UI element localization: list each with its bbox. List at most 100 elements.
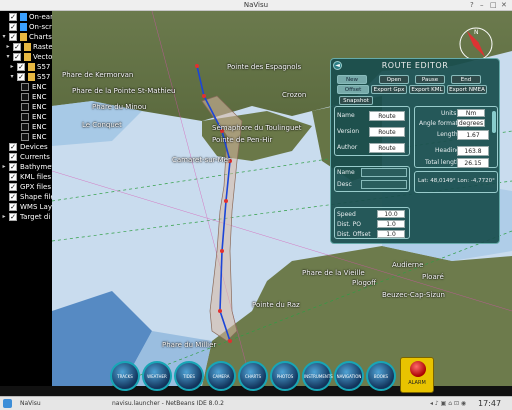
layer-row[interactable]: ▸ ✓ Bathymet xyxy=(0,162,52,172)
taskbar-item-netbeans[interactable]: navisu.launcher - NetBeans IDE 8.0.2 xyxy=(112,399,232,409)
layer-row[interactable]: ENC xyxy=(0,132,52,142)
export-gpx-button[interactable]: Export Gpx xyxy=(371,85,407,94)
dist-offset-label: Dist. Offset xyxy=(337,231,371,238)
dock-button-charts[interactable]: CHARTS xyxy=(238,361,268,391)
map-label: Beuzec-Cap-Sizun xyxy=(382,291,445,299)
expand-icon[interactable]: ▸ xyxy=(9,64,15,70)
version-field[interactable]: Route xyxy=(369,127,405,137)
snapshot-button[interactable]: Snapshot xyxy=(339,96,373,105)
slider-handle[interactable] xyxy=(492,111,496,133)
minimize-button[interactable]: – xyxy=(480,1,484,9)
dock-button-tracks[interactable]: TRACKS xyxy=(110,361,140,391)
layer-checkbox[interactable]: ✓ xyxy=(9,153,17,161)
help-button[interactable]: ? xyxy=(470,1,474,9)
collapse-icon[interactable]: ▾ xyxy=(5,54,11,60)
layer-checkbox[interactable] xyxy=(21,133,29,141)
layer-row[interactable]: ▾✓ Vector xyxy=(0,52,52,62)
layer-row[interactable]: ✓ On-ear xyxy=(0,12,52,22)
close-button[interactable]: ✕ xyxy=(501,1,507,9)
tray-icons[interactable]: ◂ ♪ ▣ ⌂ ⊡ ◉ xyxy=(430,399,466,409)
export-kml-button[interactable]: Export KML xyxy=(409,85,445,94)
layer-row[interactable]: ✓ GPX files xyxy=(0,182,52,192)
layer-row[interactable]: ENC xyxy=(0,92,52,102)
layer-row[interactable]: ✓WMS Layer xyxy=(0,202,52,212)
layer-label: S57 c xyxy=(37,63,52,71)
speed-field[interactable]: 10.0 xyxy=(377,210,405,218)
map-label: Phare du Minou xyxy=(92,103,147,111)
maximize-button[interactable]: □ xyxy=(490,1,497,9)
expand-icon[interactable]: ▸ xyxy=(5,44,11,50)
layer-checkbox[interactable]: ✓ xyxy=(9,183,17,191)
layer-checkbox[interactable]: ✓ xyxy=(9,13,17,21)
map-label: Crozon xyxy=(282,91,307,99)
dist-offset-field[interactable]: 1.0 xyxy=(377,230,405,238)
window-title: NaVisu xyxy=(243,1,269,9)
start-menu-icon[interactable] xyxy=(3,399,12,408)
taskbar-item-navisu[interactable]: NaVisu xyxy=(20,399,110,409)
layer-checkbox[interactable]: ✓ xyxy=(9,163,17,171)
dock-button-camera[interactable]: CAMERA xyxy=(206,361,236,391)
layer-row[interactable]: ✓ Shape file xyxy=(0,192,52,202)
point-desc-field[interactable] xyxy=(361,180,407,189)
layer-checkbox[interactable]: ✓ xyxy=(17,63,25,71)
layer-row[interactable]: ✓ KML files xyxy=(0,172,52,182)
dock-button-weather[interactable]: WEATHER xyxy=(142,361,172,391)
layer-row[interactable]: ▾ ✓ Charts xyxy=(0,32,52,42)
open-button[interactable]: Open xyxy=(379,75,409,84)
export-nmea-button[interactable]: Export NMEA xyxy=(447,85,487,94)
layer-label: ENC xyxy=(32,83,47,91)
layer-checkbox[interactable]: ✓ xyxy=(17,73,25,81)
layer-checkbox[interactable] xyxy=(21,113,29,121)
layer-checkbox[interactable]: ✓ xyxy=(9,193,17,201)
folder-icon xyxy=(28,63,35,71)
point-name-field[interactable] xyxy=(361,168,407,177)
name-field[interactable]: Route xyxy=(369,111,405,121)
dock-button-navigation[interactable]: NAVIGATION xyxy=(334,361,364,391)
layer-checkbox[interactable]: ✓ xyxy=(9,23,17,31)
dock-button-tides[interactable]: TIDES xyxy=(174,361,204,391)
layer-row[interactable]: ENC xyxy=(0,112,52,122)
new-button[interactable]: New xyxy=(337,75,367,84)
dist-po-field[interactable]: 1.0 xyxy=(377,220,405,228)
dock-button-instruments[interactable]: INSTRUMENTS xyxy=(302,361,333,391)
layer-row[interactable]: ✓ Devices xyxy=(0,142,52,152)
end-button[interactable]: End xyxy=(451,75,481,84)
layer-row[interactable]: ✓ On-scr xyxy=(0,22,52,32)
layer-checkbox[interactable]: ✓ xyxy=(9,173,17,181)
layer-checkbox[interactable]: ✓ xyxy=(9,203,17,211)
collapse-icon[interactable]: ▾ xyxy=(1,34,7,40)
dock-button-photos[interactable]: PHOTOS xyxy=(270,361,300,391)
layer-checkbox[interactable] xyxy=(21,93,29,101)
layer-checkbox[interactable] xyxy=(21,83,29,91)
layer-row[interactable]: ENC xyxy=(0,122,52,132)
angle-format-select[interactable]: degrees xyxy=(457,119,485,127)
units-select[interactable]: Nm xyxy=(457,109,485,117)
alarm-widget[interactable]: ALARM xyxy=(400,357,434,393)
layer-checkbox[interactable]: ✓ xyxy=(9,143,17,151)
dock-button-books[interactable]: BOOKS xyxy=(366,361,396,391)
offset-button[interactable]: Offset xyxy=(337,85,369,94)
expand-icon[interactable]: ▸ xyxy=(1,164,7,170)
layer-checkbox[interactable]: ✓ xyxy=(13,53,21,61)
layer-row[interactable]: ▸✓ S57 c xyxy=(0,62,52,72)
layer-checkbox[interactable] xyxy=(21,123,29,131)
taskbar: NaVisu navisu.launcher - NetBeans IDE 8.… xyxy=(0,396,512,410)
dock-button-label: NAVIGATION xyxy=(336,374,362,379)
units-label: Units xyxy=(441,110,457,117)
layer-row[interactable]: ▾✓ S57 c xyxy=(0,72,52,82)
layer-checkbox[interactable] xyxy=(21,103,29,111)
layer-tree[interactable]: ✓On-ear✓On-scr▾✓Charts▸✓Raster▾✓Vector▸✓… xyxy=(0,11,52,386)
layer-row[interactable]: ▸ ✓ Target di xyxy=(0,212,52,222)
layer-checkbox[interactable]: ✓ xyxy=(13,43,21,51)
layer-row[interactable]: ✓ Currents xyxy=(0,152,52,162)
layer-row[interactable]: ▸✓ Raster xyxy=(0,42,52,52)
pause-button[interactable]: Pause xyxy=(415,75,445,84)
layer-checkbox[interactable]: ✓ xyxy=(9,213,17,221)
author-field[interactable]: Route xyxy=(369,143,405,153)
clock[interactable]: 17:47 xyxy=(478,399,501,409)
layer-row[interactable]: ENC xyxy=(0,82,52,92)
collapse-icon[interactable]: ▾ xyxy=(9,74,15,80)
layer-row[interactable]: ENC xyxy=(0,102,52,112)
expand-icon[interactable]: ▸ xyxy=(1,214,7,220)
layer-checkbox[interactable]: ✓ xyxy=(9,33,17,41)
